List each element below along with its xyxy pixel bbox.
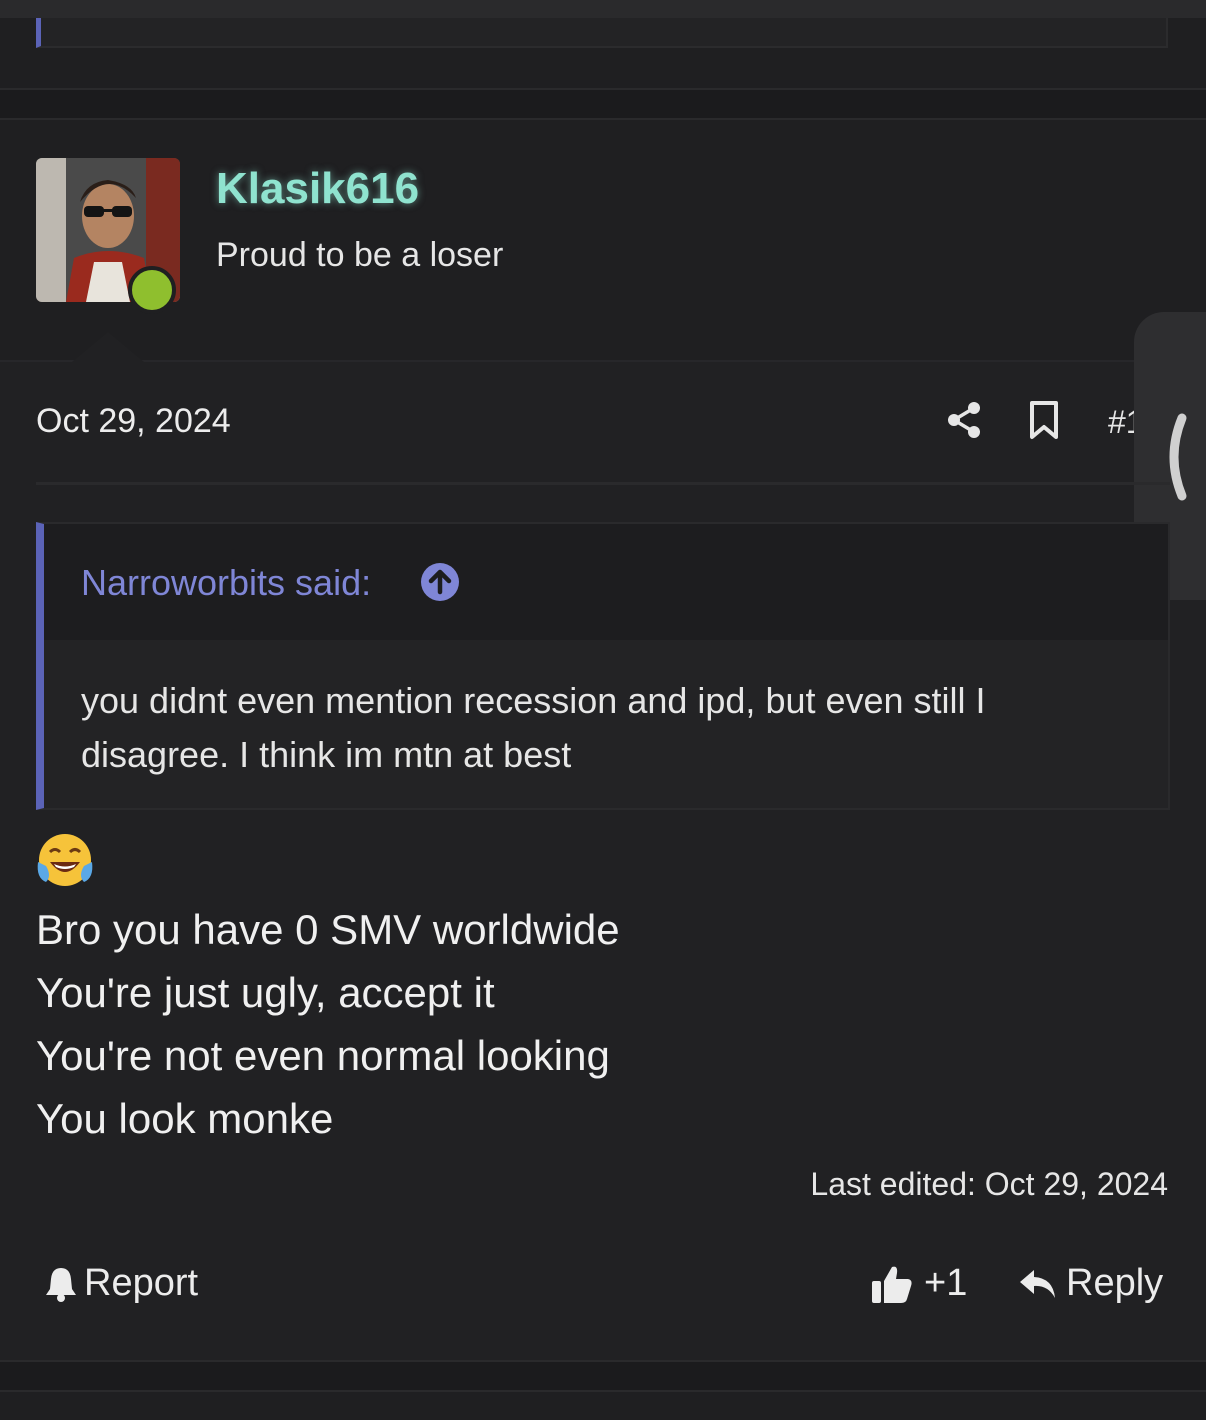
divider xyxy=(36,482,1170,485)
post-date[interactable]: Oct 29, 2024 xyxy=(36,402,231,441)
quote-up-arrow-icon[interactable] xyxy=(420,562,460,607)
message-line: You're just ugly, accept it xyxy=(36,969,495,1016)
quote-body: you didnt even mention recession and ipd… xyxy=(44,640,1168,808)
like-button[interactable]: +1 xyxy=(870,1262,967,1305)
like-count: +1 xyxy=(924,1262,968,1304)
quote-author-link[interactable]: Narroworbits said: xyxy=(81,562,371,604)
share-icon[interactable] xyxy=(944,400,984,445)
reply-button[interactable]: Reply xyxy=(1018,1262,1163,1305)
post-separator xyxy=(0,1360,1206,1392)
header-pointer xyxy=(72,332,144,362)
user-title: Proud to be a loser xyxy=(216,236,504,274)
report-label: Report xyxy=(84,1262,199,1304)
post-message: Bro you have 0 SMV worldwide You're just… xyxy=(36,898,620,1150)
report-button[interactable]: Report xyxy=(44,1262,198,1305)
top-bar xyxy=(0,0,1206,18)
laughing-crying-emoji xyxy=(36,832,94,893)
forum-post: Klasik616 Proud to be a loser Oct 29, 20… xyxy=(0,120,1206,1360)
previous-post-fragment xyxy=(0,18,1206,88)
reply-icon xyxy=(1020,1269,1055,1298)
quote-block: Narroworbits said: you didnt even mentio… xyxy=(36,522,1170,810)
reply-label: Reply xyxy=(1066,1262,1164,1304)
last-edited: Last edited: Oct 29, 2024 xyxy=(810,1166,1168,1202)
user-header: Klasik616 Proud to be a loser xyxy=(0,120,1206,362)
quote-text: you didnt even mention recession and ipd… xyxy=(81,680,986,775)
username-link[interactable]: Klasik616 xyxy=(216,164,419,214)
message-line: Bro you have 0 SMV worldwide xyxy=(36,906,620,953)
previous-quote-fragment xyxy=(36,18,1168,48)
online-status-indicator xyxy=(128,266,176,314)
message-line: You're not even normal looking xyxy=(36,1032,610,1079)
quote-header: Narroworbits said: xyxy=(44,524,1168,640)
next-post-fragment xyxy=(0,1392,1206,1420)
bookmark-icon[interactable] xyxy=(1028,400,1060,445)
report-bell-icon xyxy=(46,1267,76,1302)
side-panel-chevron-icon xyxy=(1169,413,1187,501)
post-number-link[interactable]: #1 xyxy=(1108,404,1134,441)
post-separator xyxy=(0,88,1206,120)
message-line: You look monke xyxy=(36,1095,334,1142)
thumbs-up-icon xyxy=(872,1266,912,1303)
